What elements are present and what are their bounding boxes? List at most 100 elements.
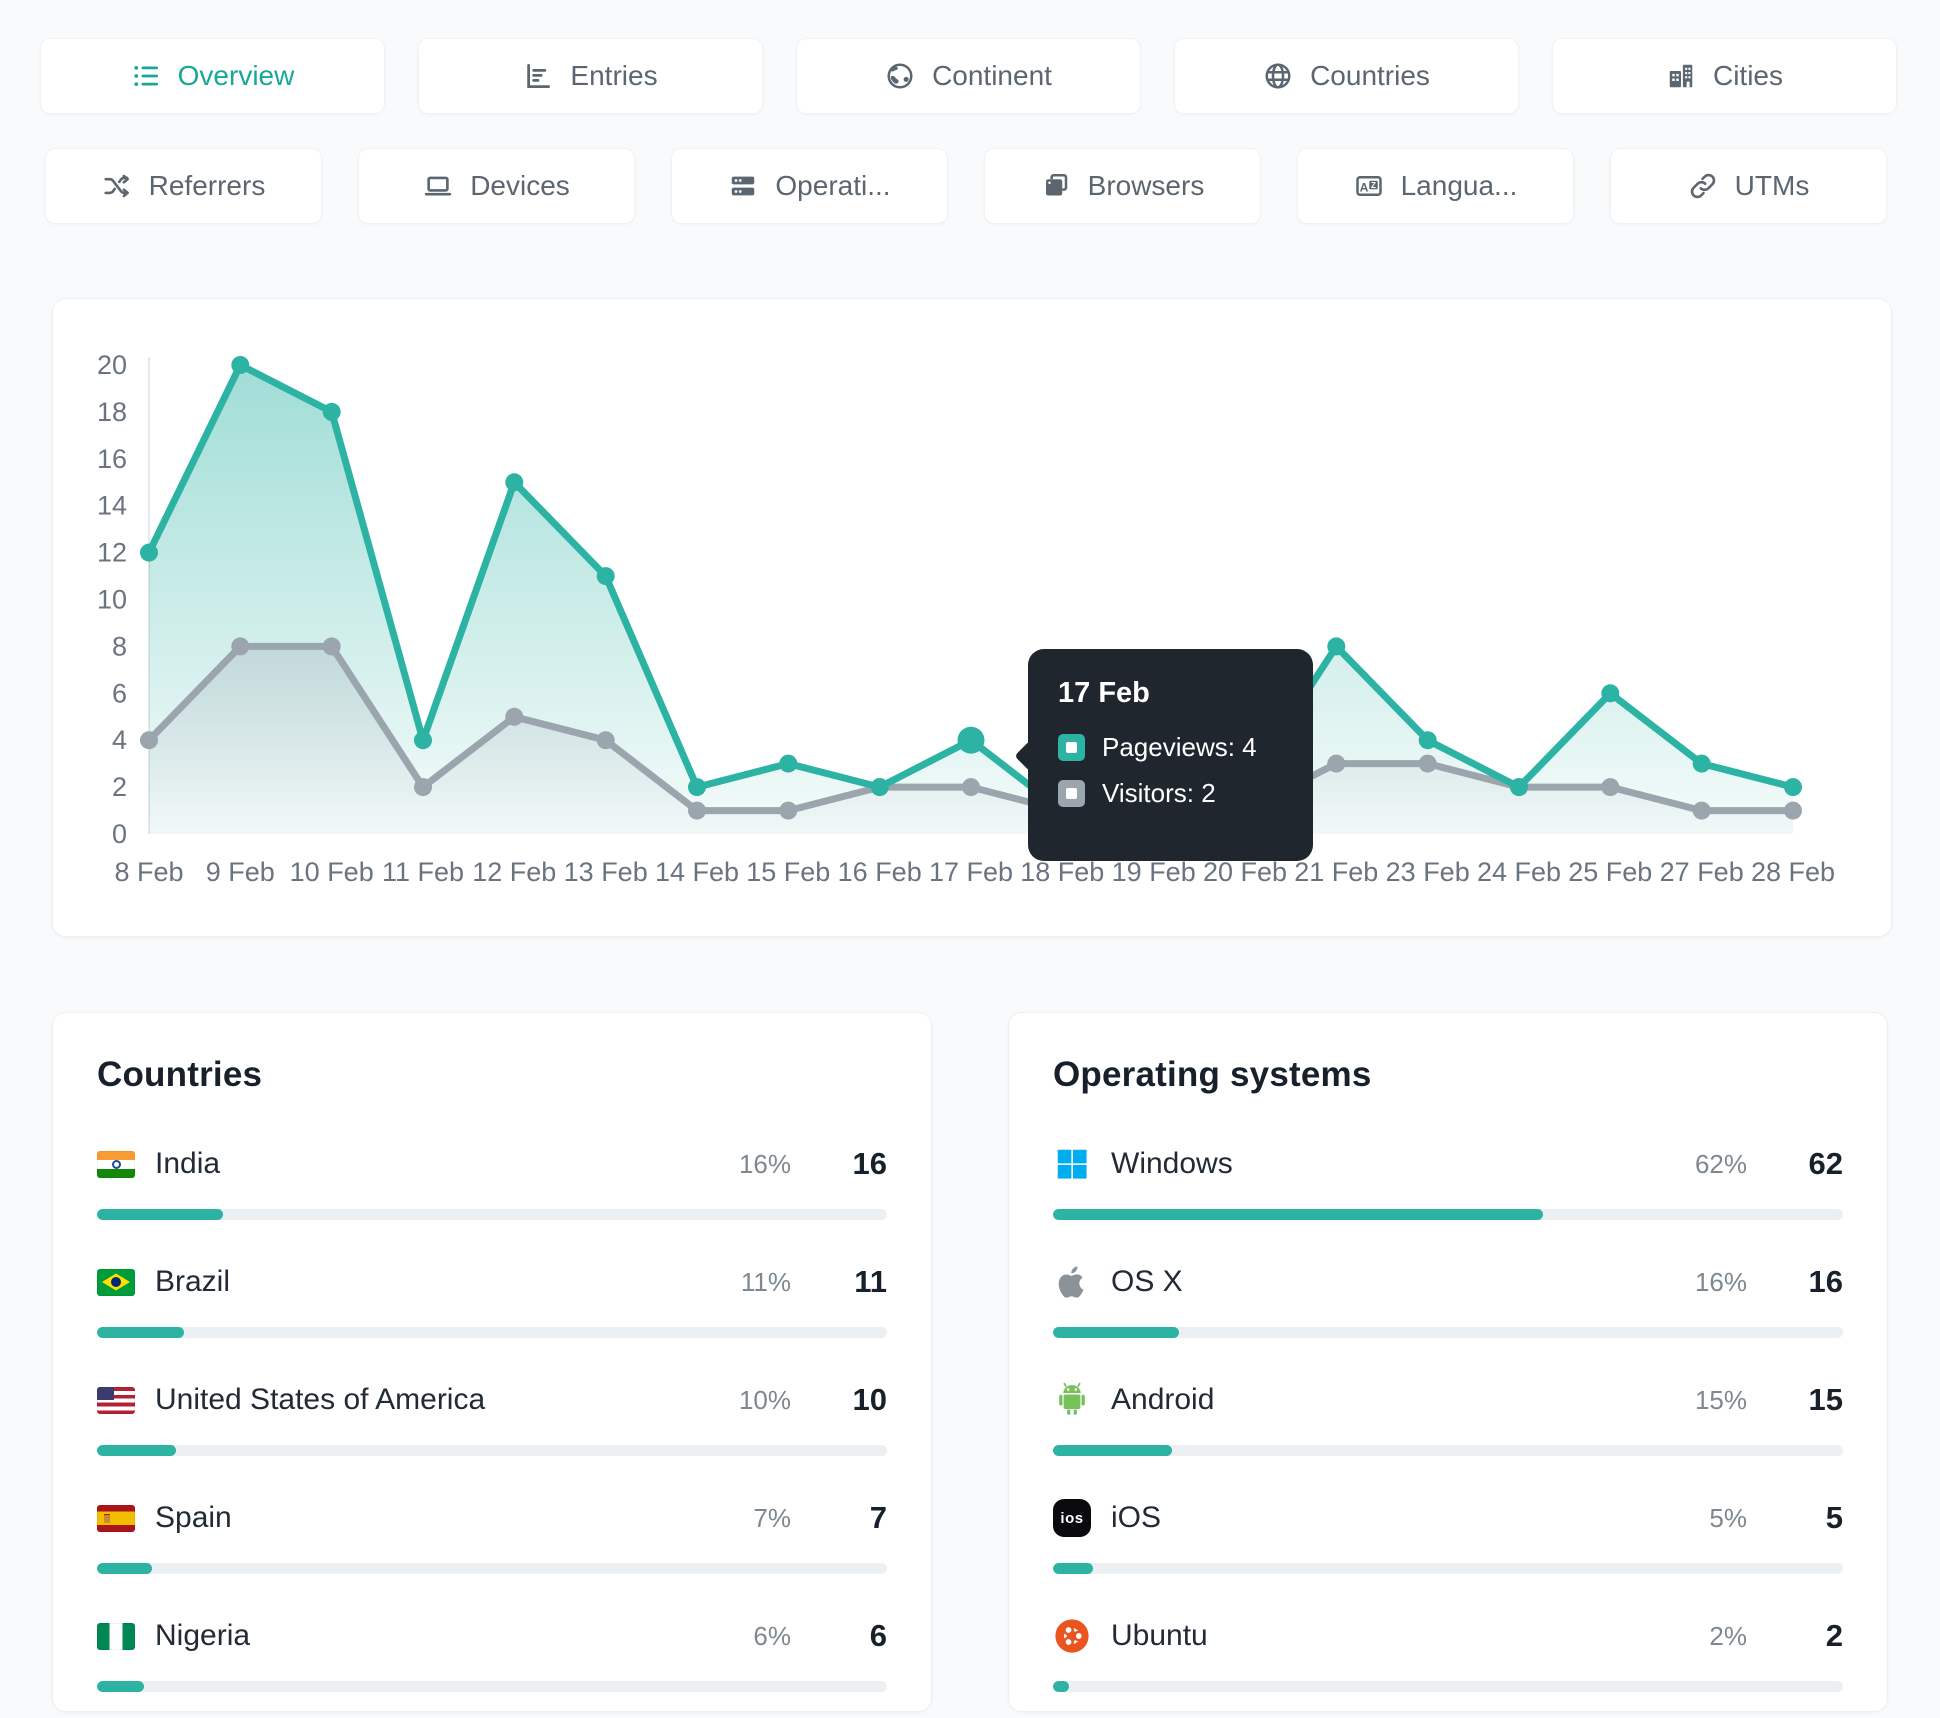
svg-text:A: A [1359, 181, 1368, 195]
earth-icon [885, 61, 915, 91]
secondary-tabs: Referrers Devices Operati... Browsers A Z Lang… [45, 148, 1887, 224]
svg-text:18 Feb: 18 Feb [1020, 857, 1104, 887]
progress-bar-fill [97, 1327, 184, 1338]
bar-chart-icon [523, 61, 553, 91]
item-count: 62 [1808, 1146, 1843, 1181]
tooltip-rows: Pageviews: 4 Visitors: 2 [1058, 732, 1283, 809]
progress-bar-fill [1053, 1681, 1069, 1692]
series-marker-icon [1058, 780, 1085, 807]
tab-languages[interactable]: A Z Langua... [1297, 148, 1574, 224]
item-count: 7 [869, 1500, 887, 1535]
svg-text:11 Feb: 11 Feb [382, 857, 464, 887]
svg-text:6: 6 [112, 678, 127, 708]
spain-flag-icon [97, 1504, 135, 1532]
svg-text:17 Feb: 17 Feb [929, 857, 1013, 887]
item-percentage: 62% [1694, 1148, 1747, 1179]
list-item: United States of America 10% 10 [97, 1377, 887, 1456]
tab-browsers[interactable]: Browsers [984, 148, 1261, 224]
item-count: 5 [1825, 1500, 1843, 1535]
tab-cities[interactable]: Cities [1552, 38, 1897, 114]
progress-bar [97, 1327, 887, 1338]
svg-text:23 Feb: 23 Feb [1386, 857, 1470, 887]
tab-label: Cities [1712, 60, 1783, 91]
svg-text:16 Feb: 16 Feb [838, 857, 922, 887]
item-label: Windows [1111, 1147, 1233, 1180]
progress-bar [97, 1681, 887, 1692]
pageviews-visitors-line-chart[interactable]: 0 2 4 6 8 10 12 14 16 18 20 8 Feb 9 Feb 10 Feb 11 Feb 1… [53, 299, 1891, 936]
item-percentage: 15% [1694, 1384, 1747, 1415]
item-count: 2 [1825, 1618, 1843, 1653]
svg-text:14: 14 [97, 491, 127, 521]
countries-list: India 16% 16 Brazil 11% 11 United States of Am… [97, 1141, 887, 1692]
shuffle-icon [102, 171, 132, 201]
android-icon [1053, 1381, 1091, 1419]
primary-tabs: Overview Entries Continent Countries Cities [40, 38, 1897, 114]
tab-continent[interactable]: Continent [796, 38, 1141, 114]
svg-text:19 Feb: 19 Feb [1112, 857, 1196, 887]
nigeria-flag-icon [97, 1622, 135, 1650]
india-flag-icon [97, 1150, 135, 1178]
chart-tooltip: 17 Feb Pageviews: 4 Visitors: 2 [1014, 649, 1313, 861]
tab-utms[interactable]: UTMs [1610, 148, 1887, 224]
svg-text:12: 12 [97, 538, 127, 568]
item-count: 16 [852, 1146, 887, 1181]
item-label: Brazil [155, 1265, 231, 1298]
tab-operating-systems[interactable]: Operati... [671, 148, 948, 224]
item-percentage: 16% [1694, 1266, 1747, 1297]
svg-text:10 Feb: 10 Feb [290, 857, 374, 887]
item-label: Nigeria [155, 1619, 251, 1652]
svg-text:20: 20 [97, 350, 127, 380]
progress-bar [97, 1445, 887, 1456]
item-count: 16 [1808, 1264, 1843, 1299]
list-item: India 16% 16 [97, 1141, 887, 1220]
progress-bar-fill [97, 1209, 224, 1220]
item-label: India [155, 1147, 221, 1180]
progress-bar [1053, 1681, 1843, 1692]
item-percentage: 7% [753, 1502, 791, 1533]
tab-referrers[interactable]: Referrers [45, 148, 322, 224]
ios-icon: ios [1053, 1499, 1091, 1537]
progress-bar-fill [97, 1681, 145, 1692]
svg-text:21 Feb: 21 Feb [1294, 857, 1378, 887]
svg-text:15 Feb: 15 Feb [746, 857, 830, 887]
item-percentage: 2% [1709, 1620, 1747, 1651]
ubuntu-icon [1053, 1617, 1091, 1655]
progress-bar [1053, 1327, 1843, 1338]
list-item: Brazil 11% 11 [97, 1259, 887, 1338]
item-percentage: 6% [753, 1620, 791, 1651]
tab-devices[interactable]: Devices [358, 148, 635, 224]
tab-label: Langua... [1400, 170, 1518, 201]
tooltip-row-label: Pageviews: 4 [1102, 732, 1257, 762]
progress-bar-fill [1053, 1563, 1093, 1574]
svg-text:27 Feb: 27 Feb [1660, 857, 1744, 887]
operating-systems-panel: Operating systems Windows 62% 62 OS X 16% 16 A… [1008, 1012, 1888, 1712]
tab-label: Operati... [775, 170, 891, 201]
tab-label: Browsers [1087, 170, 1205, 201]
tab-overview[interactable]: Overview [40, 38, 385, 114]
item-percentage: 11% [740, 1266, 791, 1297]
tab-label: UTMs [1734, 170, 1810, 201]
list-item: Spain 7% 7 [97, 1495, 887, 1574]
progress-bar [97, 1563, 887, 1574]
tab-entries[interactable]: Entries [418, 38, 763, 114]
tab-countries[interactable]: Countries [1174, 38, 1519, 114]
countries-panel: Countries India 16% 16 Brazil 11% 11 United St… [52, 1012, 932, 1712]
list-icon [131, 61, 161, 91]
item-label: Ubuntu [1111, 1619, 1208, 1652]
svg-text:9 Feb: 9 Feb [206, 857, 275, 887]
item-count: 10 [852, 1382, 887, 1417]
tab-label: Devices [470, 170, 570, 201]
panel-title: Countries [97, 1055, 263, 1094]
svg-text:2: 2 [112, 772, 127, 802]
progress-bar [1053, 1445, 1843, 1456]
svg-text:4: 4 [112, 725, 127, 755]
svg-text:10: 10 [97, 585, 127, 615]
usa-flag-icon [97, 1386, 135, 1414]
language-icon: AZ [1354, 171, 1384, 201]
item-label: Spain [155, 1501, 232, 1534]
tab-label: Continent [932, 60, 1052, 91]
item-label: iOS [1111, 1501, 1162, 1534]
item-count: 11 [854, 1264, 887, 1299]
svg-text:13 Feb: 13 Feb [564, 857, 648, 887]
svg-text:16: 16 [97, 444, 127, 474]
